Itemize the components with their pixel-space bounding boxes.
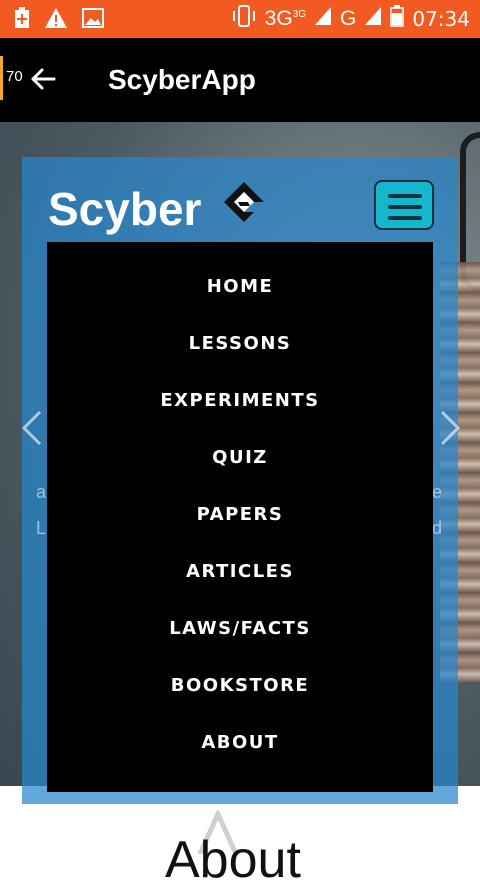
image-icon bbox=[82, 8, 104, 33]
network-type-label: 3G3G bbox=[264, 7, 307, 30]
scyber-logo-icon[interactable] bbox=[220, 180, 268, 228]
menu-item-laws-facts[interactable]: LAWS/FACTS bbox=[47, 618, 433, 639]
hamburger-line bbox=[388, 205, 422, 209]
menu-item-bookstore[interactable]: BOOKSTORE bbox=[47, 675, 433, 696]
app-bar: 70 ScyberApp bbox=[0, 38, 480, 122]
menu-item-home[interactable]: HOME bbox=[47, 276, 433, 297]
edge-marker bbox=[0, 56, 3, 100]
menu-item-experiments[interactable]: EXPERIMENTS bbox=[47, 390, 433, 411]
menu-item-lessons[interactable]: LESSONS bbox=[47, 333, 433, 354]
network-sup-label: 3G bbox=[292, 9, 307, 20]
menu-toggle-button[interactable] bbox=[374, 180, 434, 230]
slide-text-fragment: d bbox=[432, 518, 443, 538]
hamburger-line bbox=[388, 194, 422, 198]
hamburger-line bbox=[388, 216, 422, 220]
vibrate-icon bbox=[231, 4, 257, 34]
slider-next-icon[interactable] bbox=[438, 410, 462, 446]
slider-prev-icon[interactable] bbox=[20, 410, 44, 446]
slide-text-fragment: a bbox=[36, 482, 47, 502]
nav-menu: HOME LESSONS EXPERIMENTS QUIZ PAPERS ART… bbox=[47, 242, 433, 792]
menu-item-about[interactable]: ABOUT bbox=[47, 732, 433, 753]
warning-icon bbox=[44, 7, 68, 34]
about-heading: About bbox=[165, 831, 301, 889]
slide-text-fragment: e bbox=[432, 482, 443, 502]
network-g-label: G bbox=[340, 7, 357, 30]
signal-icon bbox=[314, 6, 332, 32]
app-title: ScyberApp bbox=[108, 64, 256, 95]
menu-item-quiz[interactable]: QUIZ bbox=[47, 447, 433, 468]
battery-plus-icon bbox=[14, 7, 30, 34]
counter-label: 70 bbox=[6, 68, 23, 85]
back-arrow-icon[interactable] bbox=[28, 64, 58, 94]
status-bar: 3G3G G 07:34 bbox=[0, 0, 480, 38]
brand-name[interactable]: Scyber bbox=[48, 182, 201, 236]
signal-icon-2 bbox=[364, 6, 382, 32]
slide-text-fragment: L bbox=[36, 518, 47, 538]
menu-item-papers[interactable]: PAPERS bbox=[47, 504, 433, 525]
clock: 07:34 bbox=[412, 7, 470, 31]
battery-icon bbox=[390, 5, 405, 33]
menu-item-articles[interactable]: ARTICLES bbox=[47, 561, 433, 582]
